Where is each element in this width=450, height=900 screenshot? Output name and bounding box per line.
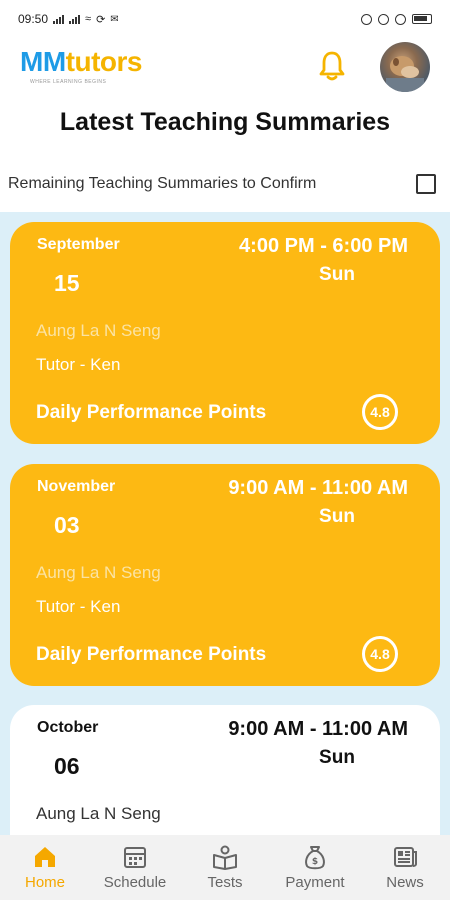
status-right <box>361 13 432 25</box>
profile-avatar[interactable] <box>380 42 430 92</box>
summary-day: 15 <box>54 270 80 296</box>
summary-month: October <box>37 719 99 736</box>
wifi-icon: ≈ <box>85 13 92 25</box>
nav-item-news[interactable]: News <box>360 844 450 891</box>
logo-main: MM <box>20 46 66 77</box>
nav-item-schedule[interactable]: Schedule <box>90 844 180 891</box>
summary-day: 03 <box>54 512 80 538</box>
status-bar: 09:50 ≈ ⟳ ✉ <box>0 0 450 38</box>
sync-icon: ⟳ <box>96 13 106 26</box>
summary-time: 4:00 PM - 6:00 PM <box>239 235 408 257</box>
nav-label: Tests <box>207 874 243 891</box>
summary-month: September <box>37 236 120 253</box>
performance-score-badge: 4.8 <box>362 394 398 430</box>
page-title: Latest Teaching Summaries <box>59 108 391 136</box>
summary-list[interactable]: September 15 4:00 PM - 6:00 PM Sun Aung … <box>0 212 450 835</box>
avatar-image <box>386 56 424 92</box>
summary-card[interactable]: October 06 9:00 AM - 11:00 AM Sun Aung L… <box>10 705 440 835</box>
summary-student: Aung La N Seng <box>36 321 161 340</box>
summary-time: 9:00 AM - 11:00 AM <box>228 718 408 740</box>
summary-tutor: Tutor - Ken <box>36 355 121 374</box>
location-icon <box>378 13 389 25</box>
summary-tutor: Tutor - Ken <box>36 597 121 616</box>
nav-item-home[interactable]: Home <box>0 844 90 891</box>
alarm-icon <box>395 13 406 25</box>
performance-score-badge: 4.8 <box>362 636 398 672</box>
summary-card[interactable]: November 03 9:00 AM - 11:00 AM Sun Aung … <box>10 464 440 686</box>
summary-student: Aung La N Seng <box>36 804 161 823</box>
logo-tagline: WHERE LEARNING BEGINS <box>30 79 107 85</box>
performance-label: Daily Performance Points <box>36 644 267 665</box>
status-left: 09:50 ≈ ⟳ ✉ <box>18 12 119 26</box>
nav-label: Payment <box>285 874 345 891</box>
confirm-filter-label: Remaining Teaching Summaries to Confirm <box>8 175 317 192</box>
home-icon <box>35 847 55 867</box>
nav-label: Home <box>24 874 65 891</box>
money-bag-icon: $ <box>305 846 325 870</box>
battery-icon <box>412 14 432 24</box>
message-icon: ✉ <box>110 13 119 25</box>
summary-weekday: Sun <box>319 747 355 768</box>
nav-label: Schedule <box>103 874 167 891</box>
summary-weekday: Sun <box>319 506 355 527</box>
signal-icon-2 <box>69 14 81 24</box>
confirm-filter-checkbox[interactable] <box>416 174 436 194</box>
performance-label: Daily Performance Points <box>36 402 267 423</box>
summary-day: 06 <box>54 753 80 779</box>
calendar-icon <box>124 847 146 868</box>
summary-month: November <box>37 478 116 495</box>
summary-time: 9:00 AM - 11:00 AM <box>228 477 408 499</box>
summary-weekday: Sun <box>319 264 355 285</box>
status-time: 09:50 <box>18 12 49 26</box>
signal-icon <box>53 14 65 24</box>
nav-label: News <box>386 874 424 891</box>
confirm-filter-row: Remaining Teaching Summaries to Confirm <box>8 172 438 196</box>
book-icon <box>213 845 237 870</box>
vibrate-icon <box>361 13 372 25</box>
app-logo[interactable]: MMtutors <box>20 46 142 78</box>
bell-icon[interactable] <box>317 50 347 82</box>
logo-accent: tutors <box>65 46 143 77</box>
nav-item-payment[interactable]: $ Payment <box>270 844 360 891</box>
app-header: MMtutors WHERE LEARNING BEGINS <box>0 38 450 93</box>
bottom-nav: Home Schedule Tests $ Payment News <box>0 835 450 900</box>
summary-card[interactable]: September 15 4:00 PM - 6:00 PM Sun Aung … <box>10 222 440 444</box>
summary-student: Aung La N Seng <box>36 563 161 582</box>
newspaper-icon <box>394 847 417 867</box>
nav-item-tests[interactable]: Tests <box>180 844 270 891</box>
svg-text:$: $ <box>312 857 318 867</box>
